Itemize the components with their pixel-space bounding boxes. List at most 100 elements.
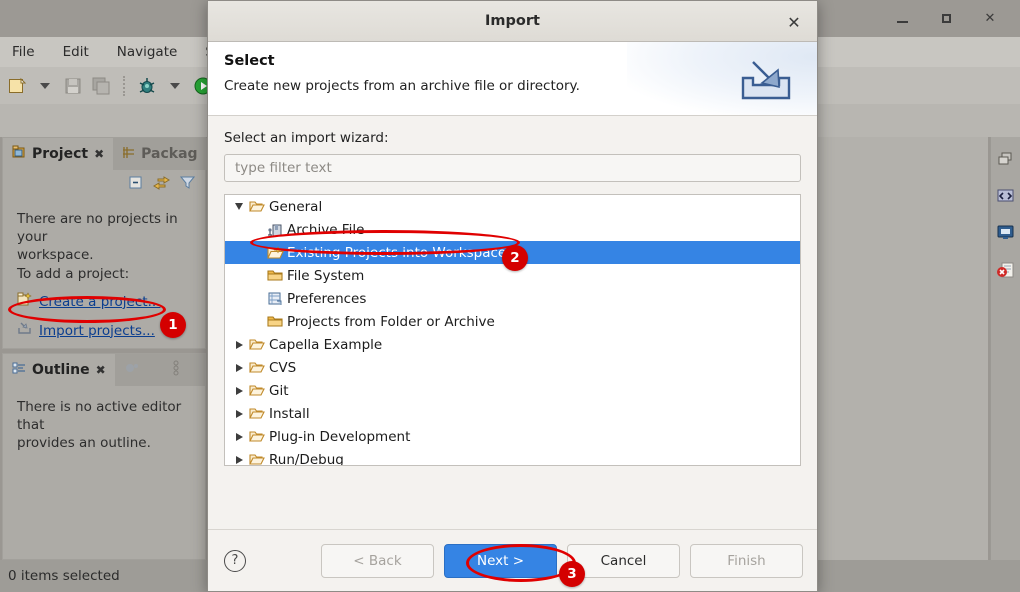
- preferences-icon: [265, 292, 285, 306]
- import-projects-icon: [265, 245, 285, 260]
- wizard-label: Select an import wizard:: [224, 130, 389, 146]
- dialog-close-icon[interactable]: ✕: [785, 13, 803, 32]
- error-log-icon[interactable]: [996, 261, 1015, 283]
- dialog-footer: ? < Back Next > Cancel Finish: [208, 529, 817, 591]
- create-project-link-row[interactable]: Create a project...: [17, 292, 195, 312]
- screen: ✕ File Edit Navigate Search: [0, 0, 1020, 592]
- archive-file-icon: [265, 223, 285, 237]
- tab-project-close[interactable]: ✖: [94, 147, 104, 161]
- import-wizard-tree[interactable]: General Archive File Existing Projects int…: [224, 194, 801, 466]
- empty-message-line2: workspace.: [17, 247, 94, 264]
- folder-icon: [265, 269, 285, 282]
- chevron-right-icon[interactable]: [231, 455, 247, 464]
- tree-item[interactable]: Capella Example: [225, 333, 800, 356]
- tree-item-label: CVS: [269, 359, 297, 376]
- debug-dropdown-icon[interactable]: [164, 75, 186, 97]
- view-menu-filter-icon[interactable]: [179, 175, 196, 194]
- debug-icon[interactable]: [136, 75, 158, 97]
- menu-file[interactable]: File: [8, 42, 39, 62]
- back-button[interactable]: < Back: [321, 544, 434, 578]
- chevron-down-icon[interactable]: [231, 203, 247, 210]
- filter-input-placeholder: type filter text: [235, 160, 332, 176]
- tree-item-label: Run/Debug: [269, 451, 344, 466]
- new-wizard-dropdown-icon[interactable]: [34, 75, 56, 97]
- tab-package[interactable]: Packag: [113, 138, 207, 170]
- tree-item[interactable]: Archive File: [225, 218, 800, 241]
- next-button[interactable]: Next >: [444, 544, 557, 578]
- menu-navigate[interactable]: Navigate: [113, 42, 182, 62]
- window-controls: ✕: [894, 0, 1014, 37]
- new-project-icon: [17, 292, 32, 312]
- chevron-right-icon[interactable]: [231, 432, 247, 441]
- tree-item-label: Archive File: [287, 221, 365, 238]
- minimize-icon[interactable]: [894, 11, 910, 27]
- outline-panel-tabs: Outline ✖: [3, 354, 205, 386]
- tree-item-label: Plug-in Development: [269, 428, 411, 445]
- tree-item[interactable]: Plug-in Development: [225, 425, 800, 448]
- code-view-icon[interactable]: [996, 187, 1015, 208]
- dialog-titlebar: Import ✕: [208, 1, 817, 42]
- folder-open-icon: [247, 361, 267, 374]
- properties-icon: [124, 362, 140, 378]
- project-explorer-icon: [12, 145, 26, 163]
- save-all-icon: [90, 75, 112, 97]
- restore-perspective-icon[interactable]: [997, 151, 1014, 171]
- create-project-link[interactable]: Create a project...: [39, 293, 160, 311]
- link-with-editor-icon[interactable]: [153, 175, 170, 194]
- tree-item[interactable]: Git: [225, 379, 800, 402]
- chevron-right-icon[interactable]: [231, 363, 247, 372]
- folder-open-icon: [247, 407, 267, 420]
- annotation-badge-3: 3: [559, 561, 585, 587]
- outline-message-line2: provides an outline.: [17, 435, 151, 452]
- tree-item[interactable]: CVS: [225, 356, 800, 379]
- close-icon[interactable]: ✕: [982, 11, 998, 27]
- chevron-right-icon[interactable]: [231, 409, 247, 418]
- tree-item[interactable]: Run/Debug: [225, 448, 800, 466]
- import-wizard-icon: [737, 58, 795, 104]
- tree-item[interactable]: Preferences: [225, 287, 800, 310]
- import-projects-link[interactable]: Import projects...: [39, 322, 155, 340]
- package-explorer-icon: [122, 146, 135, 163]
- folder-open-icon: [247, 384, 267, 397]
- empty-message-line1: There are no projects in your: [17, 211, 178, 246]
- menu-edit[interactable]: Edit: [59, 42, 93, 62]
- tree-item-label: Capella Example: [269, 336, 383, 353]
- folder-open-icon: [247, 430, 267, 443]
- tree-item[interactable]: Install: [225, 402, 800, 425]
- tab-outline[interactable]: Outline ✖: [3, 354, 115, 386]
- outline-icon: [12, 361, 26, 379]
- tab-project[interactable]: Project ✖: [3, 138, 114, 170]
- collapse-all-icon[interactable]: [128, 175, 143, 194]
- project-view-toolbar: [3, 170, 205, 198]
- tab-outline-close[interactable]: ✖: [96, 363, 106, 377]
- outline-message-line1: There is no active editor that: [17, 399, 182, 434]
- folder-open-icon: [247, 200, 267, 213]
- finish-button[interactable]: Finish: [690, 544, 803, 578]
- tree-item-label: General: [269, 198, 323, 215]
- console-icon[interactable]: [996, 224, 1015, 245]
- tab-package-label: Packag: [141, 146, 198, 162]
- annotation-badge-1: 1: [160, 312, 186, 338]
- chevron-right-icon[interactable]: [231, 340, 247, 349]
- help-icon[interactable]: ?: [224, 549, 246, 572]
- filter-input[interactable]: type filter text: [224, 154, 801, 182]
- tree-item[interactable]: Projects from Folder or Archive: [225, 310, 800, 333]
- folder-icon: [265, 315, 285, 328]
- new-wizard-icon[interactable]: [6, 75, 28, 97]
- tab-properties[interactable]: [114, 354, 163, 386]
- chevron-right-icon[interactable]: [231, 386, 247, 395]
- outline-panel-body: There is no active editor that provides …: [3, 386, 205, 453]
- tab-progress[interactable]: [162, 354, 205, 386]
- maximize-icon[interactable]: [938, 11, 954, 27]
- dialog-body: Select an import wizard: type filter tex…: [208, 116, 817, 529]
- tree-item[interactable]: General: [225, 195, 800, 218]
- annotation-badge-2: 2: [502, 245, 528, 271]
- save-icon: [62, 75, 84, 97]
- outline-panel: Outline ✖ There is no active editor that…: [2, 353, 206, 560]
- import-dialog: Import ✕ Select Create new projects from…: [207, 0, 818, 592]
- tree-item-label: Preferences: [287, 290, 367, 307]
- tab-outline-label: Outline: [32, 362, 90, 378]
- dialog-title: Import: [485, 13, 540, 29]
- folder-open-icon: [247, 453, 267, 465]
- perspective-strip: [990, 137, 1020, 560]
